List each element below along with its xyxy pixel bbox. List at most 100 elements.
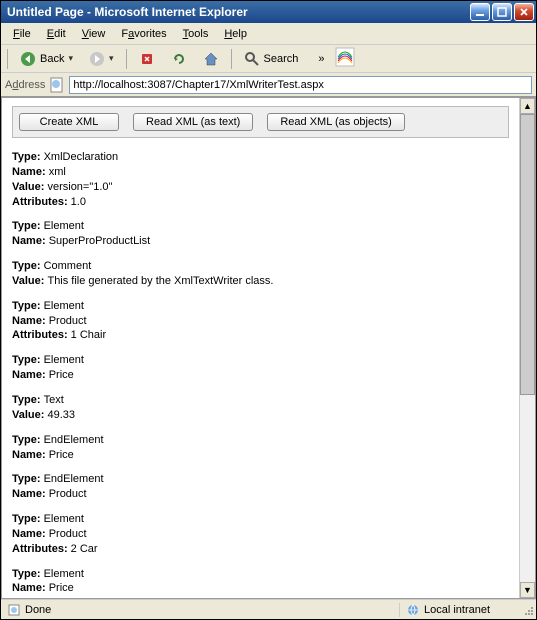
minimize-button[interactable]: [470, 3, 490, 21]
read-xml-text-button[interactable]: Read XML (as text): [133, 113, 253, 131]
scroll-track[interactable]: [520, 114, 535, 582]
entry-label: Value:: [12, 181, 47, 193]
entry-label: Name:: [12, 369, 49, 381]
output-entry: Type: Element Name: Product Attributes: 2 …: [12, 512, 509, 557]
output-entry: Type: CommentValue: This file generated …: [12, 259, 509, 289]
entry-label: Type:: [12, 354, 44, 366]
scroll-down-button[interactable]: ▼: [520, 582, 535, 598]
done-icon: [7, 603, 21, 617]
entry-value: Comment: [44, 260, 92, 272]
chevron-down-icon: ▾: [109, 53, 114, 64]
scroll-up-button[interactable]: ▲: [520, 98, 535, 114]
entry-value: 49.33: [47, 409, 75, 421]
menu-file[interactable]: File: [5, 26, 39, 42]
entry-label: Value:: [12, 409, 47, 421]
close-button[interactable]: [514, 3, 534, 21]
entry-value: Text: [44, 394, 64, 406]
menu-view[interactable]: View: [74, 26, 114, 42]
entry-value: SuperProProductList: [49, 235, 151, 247]
stop-icon: [139, 51, 155, 67]
statusbar: Done Local intranet: [1, 599, 536, 619]
entry-value: EndElement: [44, 434, 104, 446]
entry-value: Product: [49, 315, 87, 327]
page-content: Create XML Read XML (as text) Read XML (…: [2, 98, 519, 598]
entry-label: Value:: [12, 275, 47, 287]
page-icon: [49, 77, 65, 93]
entry-label: Name:: [12, 528, 49, 540]
menu-favorites[interactable]: Favorites: [113, 26, 174, 42]
forward-button[interactable]: ▾: [83, 49, 120, 69]
entry-value: XmlDeclaration: [44, 151, 119, 163]
entry-value: Element: [44, 568, 84, 580]
entry-value: xml: [49, 166, 66, 178]
window-title: Untitled Page - Microsoft Internet Explo…: [7, 5, 468, 19]
stop-button[interactable]: [133, 49, 161, 69]
search-button[interactable]: Search: [238, 49, 305, 69]
entry-label: Type:: [12, 513, 44, 525]
entry-label: Name:: [12, 582, 49, 594]
ie-logo: [335, 47, 355, 70]
home-icon: [203, 51, 219, 67]
entry-label: Name:: [12, 449, 49, 461]
vertical-scrollbar[interactable]: ▲ ▼: [519, 98, 535, 598]
entry-value: This file generated by the XmlTextWriter…: [47, 275, 273, 287]
refresh-icon: [171, 51, 187, 67]
entry-value: EndElement: [44, 473, 104, 485]
resize-grip[interactable]: [520, 602, 536, 618]
address-bar: Address: [1, 73, 536, 97]
home-button[interactable]: [197, 49, 225, 69]
zone-text: Local intranet: [424, 604, 490, 616]
toolbar-overflow[interactable]: »: [312, 53, 330, 65]
maximize-button[interactable]: [492, 3, 512, 21]
output-entry: Type: Element Name: Price: [12, 353, 509, 383]
entry-value: 1.0: [71, 196, 86, 208]
output-entry: Type: ElementName: SuperProProductList: [12, 219, 509, 249]
back-label: Back: [40, 53, 64, 65]
output-entry: Type: Element Name: Product Attributes: 1 …: [12, 299, 509, 344]
entry-value: Element: [44, 354, 84, 366]
entry-label: Attributes:: [12, 329, 71, 341]
entry-value: Price: [49, 449, 74, 461]
menu-edit[interactable]: Edit: [39, 26, 74, 42]
search-icon: [244, 51, 260, 67]
output-entry: Type: XmlDeclarationName: xmlValue: vers…: [12, 150, 509, 209]
entry-label: Type:: [12, 394, 44, 406]
refresh-button[interactable]: [165, 49, 193, 69]
entry-value: version="1.0": [47, 181, 112, 193]
entry-value: Element: [44, 300, 84, 312]
entry-value: 1 Chair: [71, 329, 106, 341]
entry-label: Type:: [12, 151, 44, 163]
titlebar: Untitled Page - Microsoft Internet Explo…: [1, 1, 536, 23]
entry-value: Element: [44, 513, 84, 525]
entry-label: Type:: [12, 220, 44, 232]
address-label: Address: [5, 79, 45, 91]
entry-label: Name:: [12, 488, 49, 500]
toolbar: Back ▾ ▾: [1, 45, 536, 73]
entry-value: Element: [44, 220, 84, 232]
entry-value: 2 Car: [71, 543, 98, 555]
entry-label: Type:: [12, 568, 44, 580]
scroll-thumb[interactable]: [520, 114, 535, 395]
create-xml-button[interactable]: Create XML: [19, 113, 119, 131]
forward-icon: [89, 51, 105, 67]
menu-tools[interactable]: Tools: [175, 26, 217, 42]
address-input[interactable]: [69, 76, 532, 94]
entry-label: Type:: [12, 434, 44, 446]
zone-icon: [406, 603, 420, 617]
search-label: Search: [264, 53, 299, 65]
menu-help[interactable]: Help: [216, 26, 255, 42]
status-left: Done: [1, 603, 400, 617]
output-entry: Type: EndElement Name: Price: [12, 433, 509, 463]
entry-label: Name:: [12, 315, 49, 327]
entry-value: Price: [49, 369, 74, 381]
entry-value: Product: [49, 528, 87, 540]
button-panel: Create XML Read XML (as text) Read XML (…: [12, 106, 509, 138]
entry-label: Attributes:: [12, 196, 71, 208]
read-xml-objects-button[interactable]: Read XML (as objects): [267, 113, 404, 131]
content-area: Create XML Read XML (as text) Read XML (…: [1, 97, 536, 599]
back-button[interactable]: Back ▾: [14, 49, 79, 69]
entry-label: Attributes:: [12, 543, 71, 555]
output-entry: Type: EndElementName: Product: [12, 472, 509, 502]
entry-label: Type:: [12, 300, 44, 312]
chevron-down-icon: ▾: [68, 53, 73, 64]
